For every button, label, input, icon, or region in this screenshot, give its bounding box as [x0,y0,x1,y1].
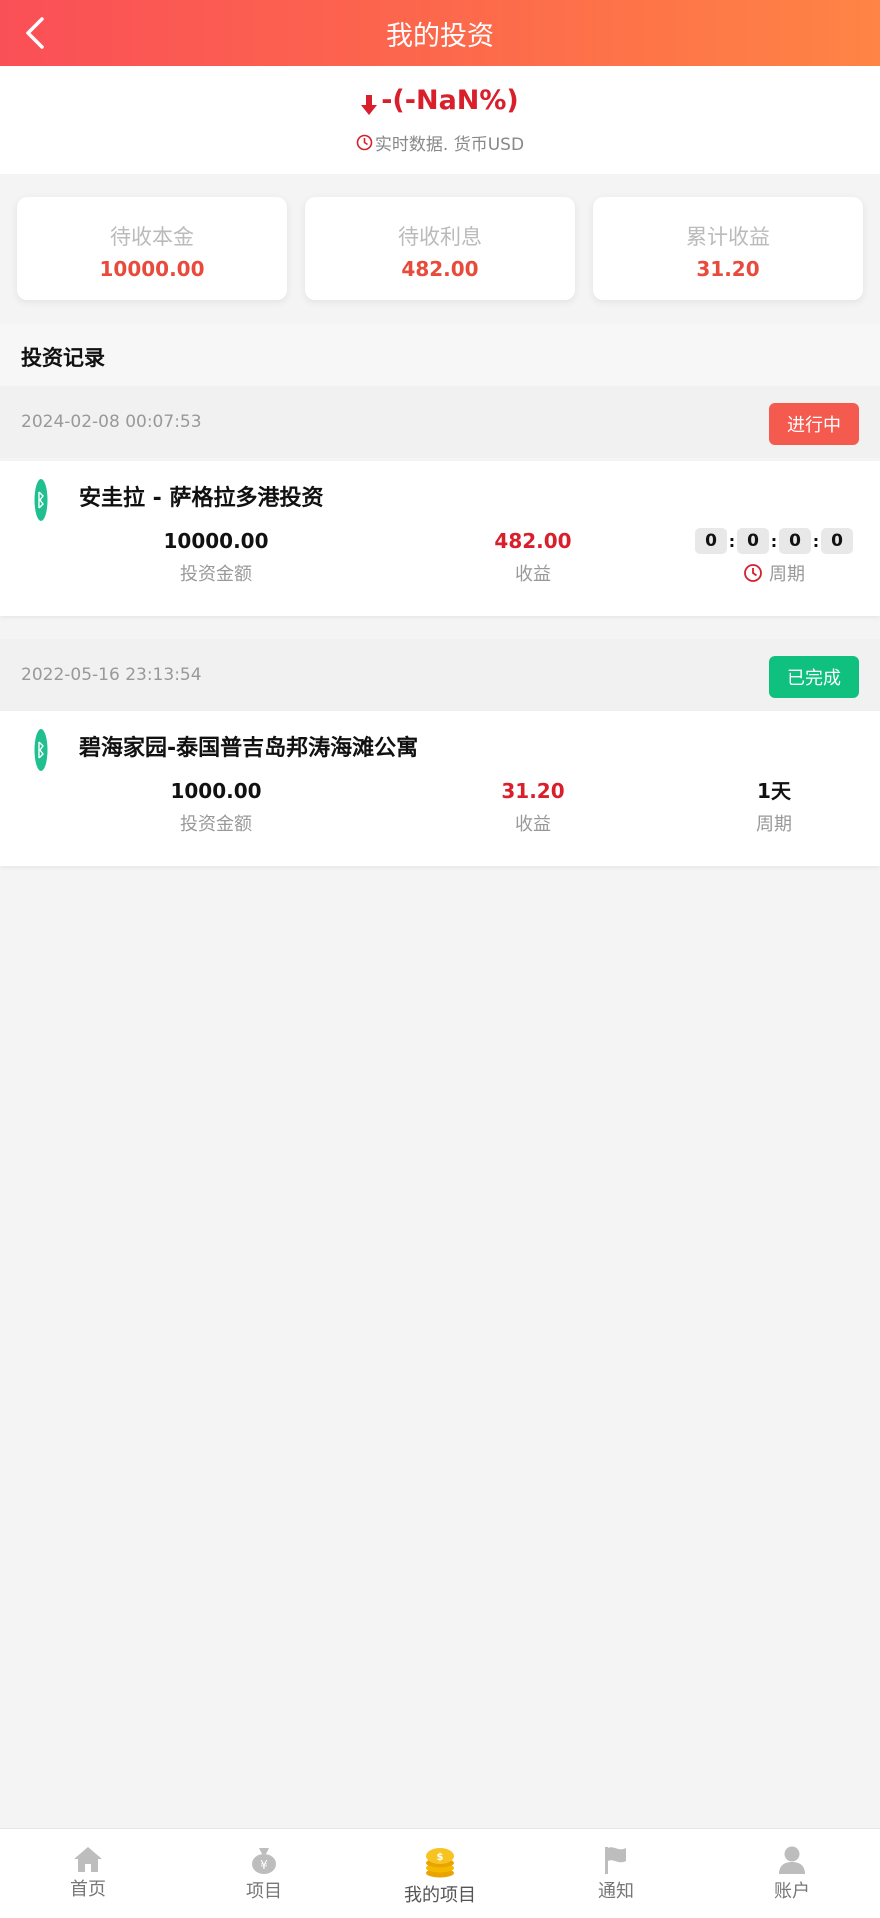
flag-icon [605,1847,626,1874]
coin-logo-icon [34,729,48,771]
realtime-text: 实时数据. 货币USD [374,135,525,155]
record-card[interactable]: 碧海家园-泰国普吉岛邦涛海滩公寓 1000.00 投资金额 31.20 收益 1… [0,711,880,866]
card-label: 待收本金 [110,225,194,249]
record-header: 2022-05-16 23:13:54 已完成 [0,639,880,711]
total-earnings-card: 累计收益 31.20 [593,197,863,300]
timer-days: 0 [695,528,727,554]
period-caption: 周期 [674,560,874,586]
timer-minutes: 0 [779,528,811,554]
timer-separator: : [728,531,736,551]
period-label: 周期 [769,564,805,585]
period-value: 1天 [757,779,791,803]
tab-label: 首页 [70,1879,106,1900]
tab-label: 账户 [774,1881,810,1902]
rate-value: -(-NaN%) [381,84,519,116]
rate-row: -(-NaN%) [0,84,880,116]
tab-projects[interactable]: ¥ 项目 [176,1829,352,1918]
amount-label: 投资金额 [180,814,252,835]
coins-icon: $ [426,1848,454,1878]
status-badge[interactable]: 已完成 [769,656,859,698]
summary-panel: -(-NaN%) 实时数据. 货币USD [0,66,880,174]
clock-icon [744,564,762,582]
svg-text:¥: ¥ [260,1858,268,1872]
record-header: 2024-02-08 00:07:53 进行中 [0,386,880,458]
pending-interest-card: 待收利息 482.00 [305,197,575,300]
svg-text:$: $ [437,1852,444,1863]
tab-label: 我的项目 [404,1885,476,1906]
card-value: 31.20 [696,257,760,281]
period-label: 周期 [756,814,792,835]
amount-value: 1000.00 [170,779,262,803]
money-bag-icon: ¥ [252,1848,276,1874]
clock-icon [356,134,373,151]
arrow-down-icon [361,95,378,115]
timer-hours: 0 [737,528,769,554]
tab-label: 项目 [246,1881,282,1902]
project-name: 安圭拉 - 萨格拉多港投资 [79,486,324,511]
chevron-left-icon [26,17,44,49]
section-title: 投资记录 [21,346,105,370]
amount-label: 投资金额 [180,564,252,585]
project-name: 碧海家园-泰国普吉岛邦涛海滩公寓 [79,736,419,761]
tab-notifications[interactable]: 通知 [528,1829,704,1918]
tab-home[interactable]: 首页 [0,1829,176,1918]
countdown-timer: 0 : 0 : 0 : 0 [674,527,874,555]
income-column: 482.00 收益 [433,527,633,586]
bottom-tab-bar: 首页 ¥ 项目 $ 我的项目 通知 账户 [0,1828,880,1918]
record-card[interactable]: 安圭拉 - 萨格拉多港投资 10000.00 投资金额 482.00 收益 0 … [0,461,880,616]
record-date: 2024-02-08 00:07:53 [21,412,202,432]
card-value: 10000.00 [99,257,205,281]
realtime-note: 实时数据. 货币USD [0,130,880,155]
page-title: 我的投资 [386,20,494,52]
stat-cards: 待收本金 10000.00 待收利息 482.00 累计收益 31.20 [0,174,880,324]
tab-account[interactable]: 账户 [704,1829,880,1918]
back-button[interactable] [10,8,60,58]
records-section-header: 投资记录 [0,324,880,386]
timer-separator: : [812,531,820,551]
user-icon [779,1846,805,1874]
app-header: 我的投资 [0,0,880,66]
status-badge[interactable]: 进行中 [769,403,859,445]
home-icon [74,1847,102,1872]
income-label: 收益 [515,814,551,835]
income-label: 收益 [515,564,551,585]
tab-label: 通知 [598,1881,634,1902]
pending-principal-card: 待收本金 10000.00 [17,197,287,300]
income-value: 482.00 [494,529,572,553]
coin-logo-icon [34,479,48,521]
period-column: 1天 周期 [674,777,874,836]
tab-my-projects[interactable]: $ 我的项目 [352,1829,528,1918]
record-date: 2022-05-16 23:13:54 [21,665,202,685]
timer-seconds: 0 [821,528,853,554]
card-value: 482.00 [401,257,479,281]
income-value: 31.20 [501,779,565,803]
period-column: 0 : 0 : 0 : 0 周期 [674,527,874,586]
amount-column: 10000.00 投资金额 [116,527,316,586]
amount-column: 1000.00 投资金额 [116,777,316,836]
card-label: 累计收益 [686,225,770,249]
amount-value: 10000.00 [163,529,269,553]
card-label: 待收利息 [398,225,482,249]
timer-separator: : [770,531,778,551]
income-column: 31.20 收益 [433,777,633,836]
